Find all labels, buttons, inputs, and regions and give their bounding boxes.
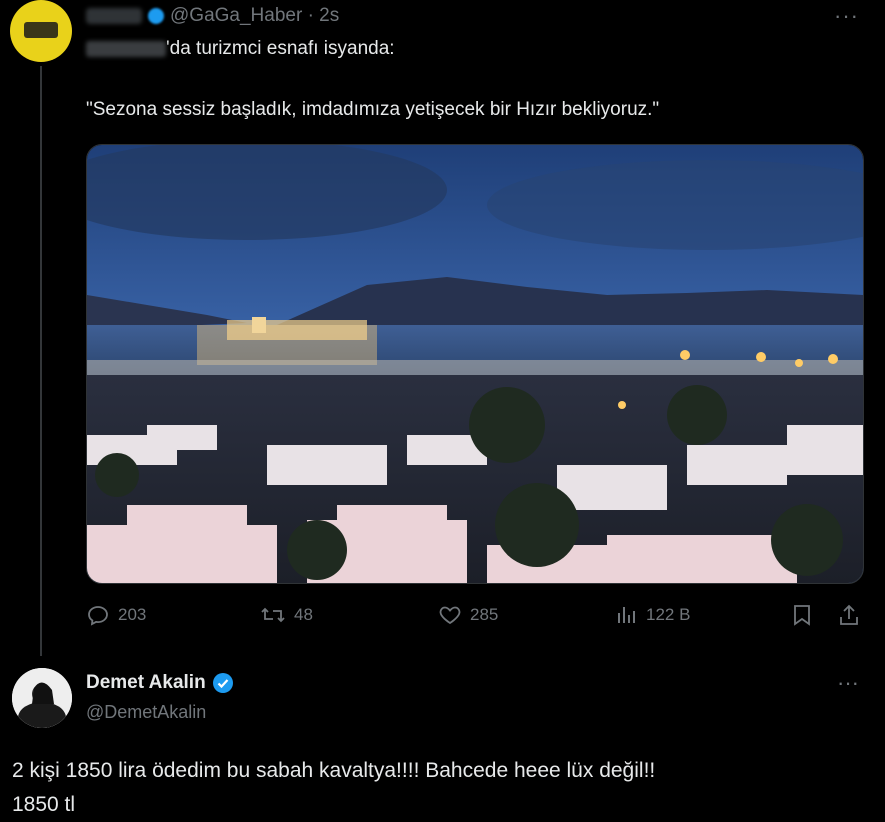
verified-icon <box>148 7 164 24</box>
reply-count: 203 <box>118 605 147 624</box>
verified-icon <box>212 673 233 693</box>
like-icon <box>439 606 461 625</box>
reply-author-name[interactable]: Demet Akalin <box>86 672 206 694</box>
demet-akalin-avatar[interactable] <box>12 668 72 728</box>
quoted-tweet-header: @GaGa_Haber · 2s <box>86 5 339 27</box>
more-icon[interactable]: ··· <box>834 3 859 29</box>
views-icon <box>618 607 635 623</box>
views-count: 122 B <box>646 605 691 624</box>
share-icon <box>840 604 858 625</box>
repost-icon <box>261 607 285 623</box>
views-button[interactable]: 122 B <box>616 603 690 627</box>
avatar-portrait <box>12 668 72 728</box>
repost-count: 48 <box>294 605 313 624</box>
quoted-tweet-time[interactable]: · 2s <box>308 5 340 26</box>
quoted-tweet-line1: 'da turizmci esnafı isyanda: <box>86 38 395 60</box>
blurred-display-name <box>86 7 142 24</box>
reply-author-handle[interactable]: @DemetAkalin <box>86 702 206 723</box>
reply-author[interactable]: Demet Akalin <box>86 672 234 694</box>
tweet-actions-bar: 203 48 285 122 B <box>86 603 862 633</box>
gaga-haber-avatar[interactable] <box>10 0 72 62</box>
more-icon[interactable]: ··· <box>837 670 859 696</box>
quoted-tweet-handle[interactable]: @GaGa_Haber <box>170 5 302 26</box>
reply-button[interactable]: 203 <box>86 603 146 627</box>
repost-button[interactable]: 48 <box>260 603 313 627</box>
quoted-tweet-line1-text: 'da turizmci esnafı isyanda: <box>166 38 395 59</box>
reply-text-line1: 2 kişi 1850 lira ödedim bu sabah kavalty… <box>12 759 656 782</box>
reply-icon <box>88 606 108 626</box>
bookmark-icon <box>794 605 810 626</box>
reply-text-line2: 1850 tl <box>12 793 76 816</box>
reply-tweet[interactable]: Demet Akalin @DemetAkalin ··· 2 kişi 185… <box>0 656 885 816</box>
like-button[interactable]: 285 <box>438 603 498 627</box>
tweet-media-image[interactable] <box>86 144 864 584</box>
blurred-word <box>86 40 166 57</box>
share-button[interactable] <box>838 603 868 627</box>
bodrum-harbor-image <box>87 145 863 583</box>
like-count: 285 <box>470 605 499 624</box>
quoted-tweet-quote: "Sezona sessiz başladık, imdadımıza yeti… <box>86 99 660 120</box>
thread-connector-line <box>40 66 42 656</box>
bookmark-button[interactable] <box>792 603 820 627</box>
